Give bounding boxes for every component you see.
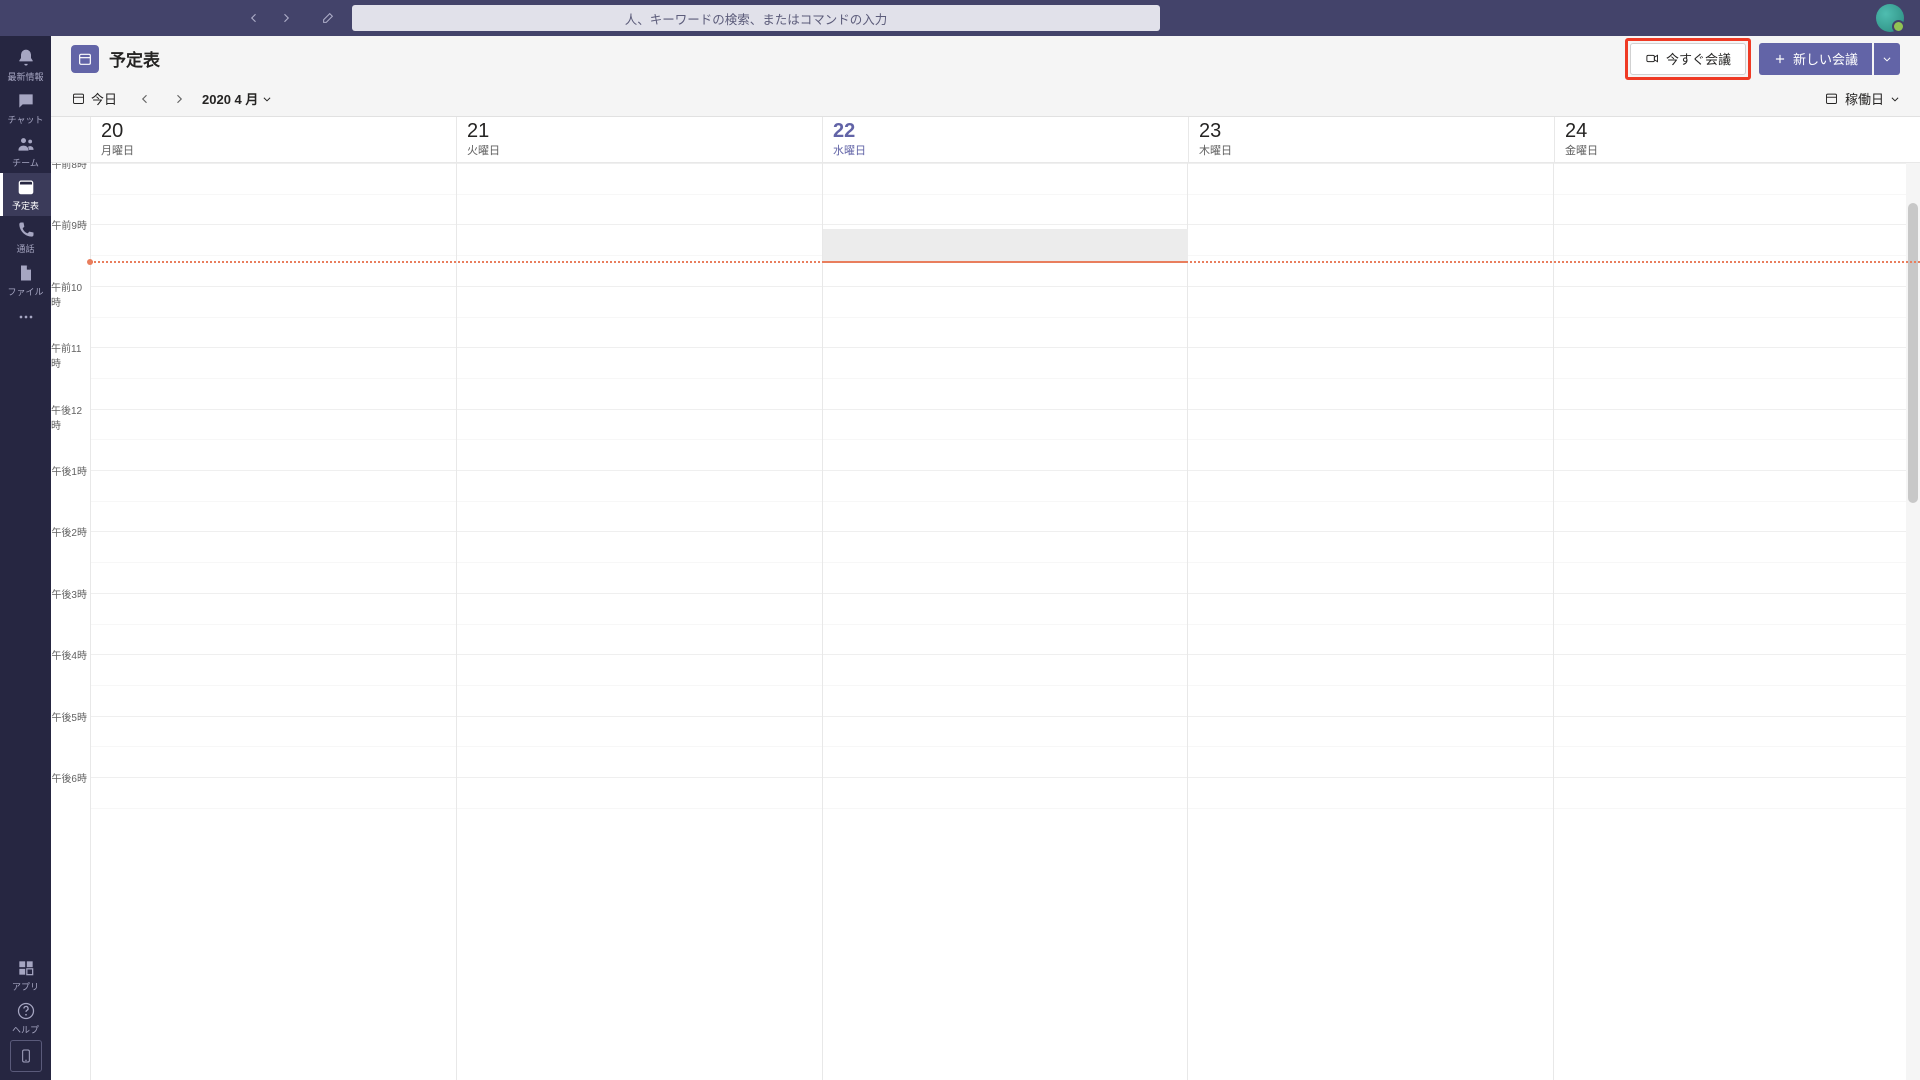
day-number: 21: [467, 120, 812, 142]
page-header: 予定表 今すぐ会議 新しい会議: [51, 36, 1920, 81]
prev-period-button[interactable]: [131, 85, 159, 113]
day-header[interactable]: 22水曜日: [823, 117, 1189, 162]
day-column[interactable]: [823, 163, 1189, 1080]
meet-now-label: 今すぐ会議: [1666, 49, 1731, 68]
rail-calendar[interactable]: 予定表: [0, 173, 51, 216]
day-header-row: 20月曜日21火曜日22水曜日23木曜日24金曜日: [51, 117, 1920, 163]
day-number: 20: [101, 120, 446, 142]
plus-icon: [1773, 52, 1787, 66]
day-label: 火曜日: [467, 142, 812, 158]
chevron-down-icon: [1890, 94, 1900, 104]
scrollbar-thumb[interactable]: [1908, 203, 1918, 503]
rail-calendar-label: 予定表: [12, 199, 39, 212]
next-period-button[interactable]: [165, 85, 193, 113]
calendar-main: 予定表 今すぐ会議 新しい会議 今日 2020 4 月: [51, 36, 1920, 1080]
rail-help[interactable]: ヘルプ: [0, 997, 51, 1040]
time-label: 午後3時: [51, 586, 87, 601]
new-meeting-dropdown[interactable]: [1874, 43, 1900, 75]
calendar-toolbar: 今日 2020 4 月 稼働日: [51, 81, 1920, 117]
current-time-indicator-solid: [823, 261, 1189, 263]
view-label: 稼働日: [1845, 89, 1884, 108]
calendar-grid: 20月曜日21火曜日22水曜日23木曜日24金曜日 午前8時午前9時午前10時午…: [51, 117, 1920, 1080]
time-label: 午後1時: [51, 463, 87, 478]
day-number: 24: [1565, 120, 1910, 142]
day-label: 水曜日: [833, 142, 1178, 158]
meet-now-highlight: 今すぐ会議: [1625, 38, 1751, 80]
rail-apps[interactable]: アプリ: [0, 954, 51, 997]
time-selection[interactable]: [823, 229, 1189, 261]
day-header[interactable]: 20月曜日: [91, 117, 457, 162]
time-label: 午後4時: [51, 647, 87, 662]
day-column[interactable]: [457, 163, 823, 1080]
video-icon: [1645, 51, 1660, 66]
time-label: 午後5時: [51, 709, 87, 724]
time-column: 午前8時午前9時午前10時午前11時午後12時午後1時午後2時午後3時午後4時午…: [51, 163, 91, 1080]
time-label: 午前10時: [51, 279, 87, 309]
day-label: 木曜日: [1199, 142, 1544, 158]
rail-calls-label: 通話: [16, 242, 34, 255]
search-input[interactable]: 人、キーワードの検索、またはコマンドの入力: [352, 5, 1160, 31]
time-label: 午後6時: [51, 770, 87, 785]
rail-files[interactable]: ファイル: [0, 259, 51, 302]
rail-activity[interactable]: 最新情報: [0, 44, 51, 87]
rail-activity-label: 最新情報: [7, 70, 43, 83]
vertical-scrollbar[interactable]: [1906, 163, 1920, 1080]
today-button[interactable]: 今日: [71, 89, 117, 108]
day-header[interactable]: 24金曜日: [1555, 117, 1920, 162]
day-header[interactable]: 21火曜日: [457, 117, 823, 162]
new-meeting-button[interactable]: 新しい会議: [1759, 43, 1872, 75]
page-title: 予定表: [109, 46, 160, 71]
view-selector[interactable]: 稼働日: [1824, 89, 1900, 108]
compose-button[interactable]: [316, 6, 340, 30]
day-header[interactable]: 23木曜日: [1189, 117, 1555, 162]
today-label: 今日: [91, 89, 117, 108]
day-label: 金曜日: [1565, 142, 1910, 158]
calendar-view-icon: [1824, 91, 1839, 106]
calendar-today-icon: [71, 91, 86, 106]
chevron-down-icon: [1882, 54, 1892, 64]
calendar-icon: [71, 45, 99, 73]
time-column-header: [51, 117, 91, 162]
time-label: 午前9時: [51, 217, 87, 232]
new-meeting-label: 新しい会議: [1793, 49, 1858, 68]
rail-more-button[interactable]: [16, 302, 36, 332]
rail-chat-label: チャット: [8, 113, 44, 126]
title-bar: 人、キーワードの検索、またはコマンドの入力: [0, 0, 1920, 36]
rail-calls[interactable]: 通話: [0, 216, 51, 259]
app-rail: 最新情報 チャット チーム 予定表 通話 ファイル アプリ ヘルプ: [0, 36, 51, 1080]
rail-files-label: ファイル: [7, 285, 43, 298]
rail-mobile-button[interactable]: [10, 1040, 42, 1072]
time-label: 午前8時: [51, 163, 87, 171]
time-label: 午後12時: [51, 402, 87, 432]
rail-teams[interactable]: チーム: [0, 130, 51, 173]
day-column[interactable]: [1188, 163, 1554, 1080]
meet-now-button[interactable]: 今すぐ会議: [1630, 43, 1746, 75]
rail-help-label: ヘルプ: [12, 1023, 39, 1036]
day-column[interactable]: [91, 163, 457, 1080]
rail-apps-label: アプリ: [12, 980, 39, 993]
rail-teams-label: チーム: [12, 156, 39, 169]
nav-back-button[interactable]: [242, 6, 266, 30]
profile-avatar[interactable]: [1876, 4, 1904, 32]
day-number: 22: [833, 120, 1178, 142]
nav-forward-button[interactable]: [274, 6, 298, 30]
grid-body[interactable]: 午前8時午前9時午前10時午前11時午後12時午後1時午後2時午後3時午後4時午…: [51, 163, 1920, 1080]
day-number: 23: [1199, 120, 1544, 142]
time-label: 午後2時: [51, 524, 87, 539]
day-label: 月曜日: [101, 142, 446, 158]
day-column[interactable]: [1554, 163, 1920, 1080]
time-label: 午前11時: [51, 340, 87, 370]
chevron-down-icon: [262, 94, 272, 104]
month-selector[interactable]: 2020 4 月: [202, 89, 272, 108]
rail-chat[interactable]: チャット: [0, 87, 51, 130]
month-label: 2020 4 月: [202, 89, 258, 108]
